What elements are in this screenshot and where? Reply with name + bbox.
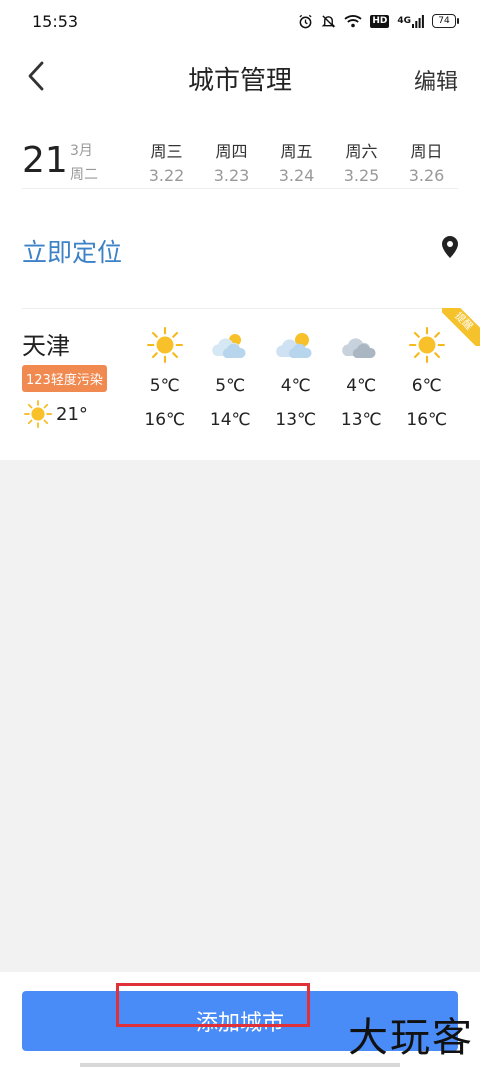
- edit-button[interactable]: 编辑: [414, 64, 458, 96]
- date-month: 3月: [70, 143, 93, 159]
- network-label: 4G: [397, 16, 411, 26]
- alarm-icon: [298, 14, 313, 29]
- day-date: 3.25: [343, 166, 380, 185]
- aqi-badge: 123轻度污染: [22, 365, 107, 392]
- home-indicator[interactable]: [80, 1063, 400, 1067]
- sunny-icon: [24, 400, 52, 428]
- watermark: 大玩客: [348, 1015, 474, 1061]
- forecast-low: 5℃: [149, 376, 180, 396]
- upcoming-days: 周三 3.22 周四 3.23 周五 3.24 周六 3.25 周日 3.26: [134, 138, 459, 185]
- signal-4g-icon: 4G: [397, 14, 424, 28]
- status-bar: 15:53 HD 4G 74: [0, 0, 480, 42]
- city-card: 21 3月 周二 周三 3.22 周四 3.23 周五 3.24 周六 3.25…: [0, 112, 480, 460]
- date-row: 21 3月 周二 周三 3.22 周四 3.23 周五 3.24 周六 3.25…: [22, 122, 452, 188]
- location-pin-icon[interactable]: [440, 235, 460, 259]
- bottom-bar: 添加城市 大玩客: [0, 972, 480, 1067]
- hd-icon: HD: [370, 14, 390, 28]
- day-name: 周六: [345, 142, 378, 161]
- day-name: 周三: [150, 142, 183, 161]
- locate-row[interactable]: 立即定位: [0, 189, 480, 307]
- wifi-icon: [344, 14, 362, 28]
- forecast-high: 16℃: [406, 410, 448, 430]
- day-item: 周四 3.23: [199, 138, 264, 185]
- forecast-high: 16℃: [144, 410, 186, 430]
- header: 城市管理 编辑: [0, 42, 480, 112]
- current-temp: 21°: [56, 403, 88, 425]
- day-item: 周三 3.22: [134, 138, 199, 185]
- forecast-low: 5℃: [215, 376, 246, 396]
- mute-icon: [321, 14, 336, 29]
- date-weekday: 周二: [70, 167, 98, 183]
- forecast-high: 13℃: [340, 410, 382, 430]
- forecast-low: 6℃: [411, 376, 442, 396]
- cloudy-icon: [212, 334, 246, 358]
- day-date: 3.24: [278, 166, 315, 185]
- date-day: 21: [22, 140, 68, 181]
- forecast-day: 6℃ 16℃: [394, 326, 460, 430]
- forecast-day: 4℃ 13℃: [329, 326, 395, 430]
- forecast-columns: 5℃ 16℃ 5℃ 14℃ 4℃ 13℃ 4℃ 13℃ 6℃ 16℃: [132, 326, 460, 430]
- forecast-high: 14℃: [209, 410, 251, 430]
- forecast-day: 5℃ 16℃: [132, 326, 198, 430]
- forecast-day: 5℃ 14℃: [198, 326, 264, 430]
- partly-cloudy-icon: [275, 333, 312, 358]
- forecast-low: 4℃: [346, 376, 377, 396]
- locate-now-link[interactable]: 立即定位: [22, 233, 122, 269]
- highlight-annotation: [116, 983, 310, 1027]
- day-item: 周日 3.26: [394, 138, 459, 185]
- day-item: 周六 3.25: [329, 138, 394, 185]
- sunny-icon: [146, 327, 183, 363]
- day-date: 3.26: [408, 166, 445, 185]
- day-item: 周五 3.24: [264, 138, 329, 185]
- day-name: 周四: [215, 142, 248, 161]
- sunny-icon: [408, 327, 445, 363]
- status-icons: HD 4G 74: [298, 14, 459, 29]
- current-weather: 21°: [24, 400, 88, 428]
- day-date: 3.23: [213, 166, 250, 185]
- battery-icon: 74: [432, 14, 459, 28]
- forecast-day: 4℃ 13℃: [263, 326, 329, 430]
- day-name: 周五: [280, 142, 313, 161]
- forecast-high: 13℃: [275, 410, 317, 430]
- city-item-tianjin[interactable]: 提醒 天津 123轻度污染 21° 5℃ 16℃ 5℃ 14℃ 4℃ 13℃ 4…: [0, 308, 480, 460]
- day-date: 3.22: [148, 166, 185, 185]
- city-name: 天津: [22, 332, 70, 360]
- forecast-low: 4℃: [280, 376, 311, 396]
- overcast-icon: [342, 338, 376, 358]
- page-title: 城市管理: [187, 66, 292, 96]
- status-time: 15:53: [32, 11, 79, 31]
- day-name: 周日: [410, 142, 443, 161]
